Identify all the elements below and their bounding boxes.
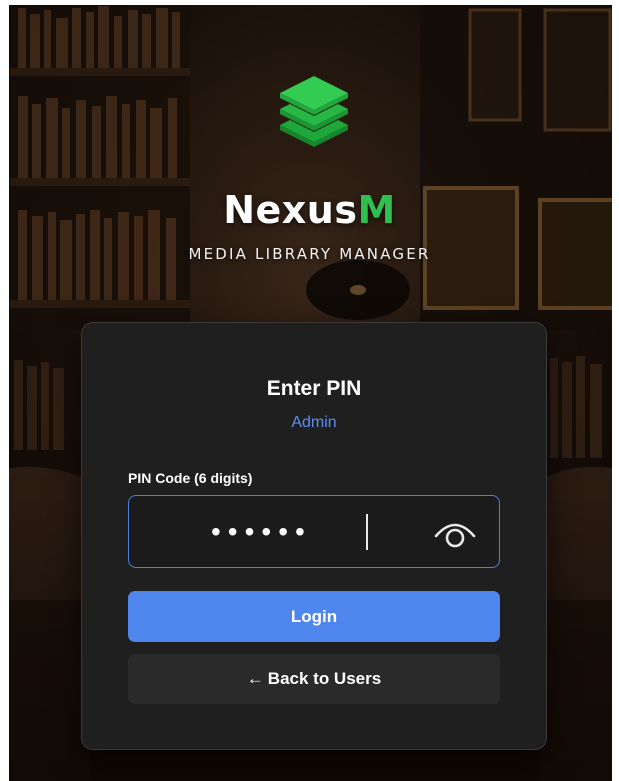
pin-field-label: PIN Code (6 digits) (128, 470, 253, 486)
brand-main-text: Nexus (223, 188, 358, 232)
selected-user-name: Admin (291, 414, 337, 431)
stacked-layers-icon (266, 70, 362, 166)
eye-icon[interactable] (433, 514, 477, 548)
back-button-label: Back to Users (267, 669, 382, 688)
back-arrow-icon: ← (246, 669, 264, 688)
text-caret (366, 514, 368, 550)
pin-masked-value: •••••• (211, 516, 312, 547)
back-to-users-button[interactable]: ← Back to Users (128, 654, 500, 704)
pin-input[interactable]: •••••• (128, 495, 500, 568)
login-button[interactable]: Login (128, 591, 500, 642)
card-title: Enter PIN (266, 377, 362, 400)
pin-entry-card: Enter PIN Admin PIN Code (6 digits) ••••… (81, 322, 547, 750)
app-brand-name: NexusM (0, 188, 619, 232)
app-tagline: MEDIA LIBRARY MANAGER (188, 245, 431, 263)
brand-accent-text: M (357, 188, 396, 232)
